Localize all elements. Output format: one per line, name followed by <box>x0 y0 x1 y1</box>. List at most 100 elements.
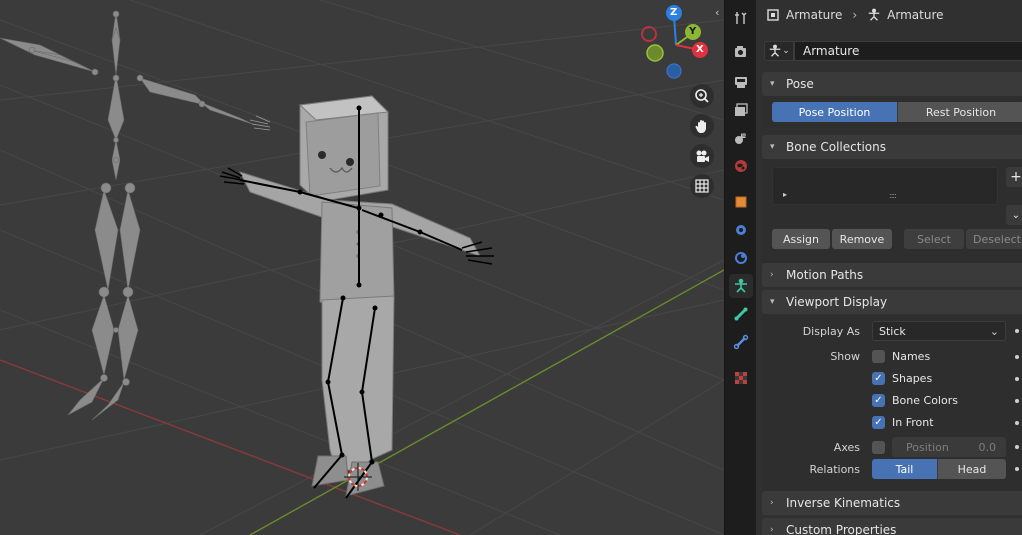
chevron-down-icon: ▾ <box>770 142 775 152</box>
y-axis-line <box>249 269 724 535</box>
shapes-checkbox[interactable]: ✓ <box>872 372 885 385</box>
axes-position-field[interactable]: Position 0.0 <box>892 437 1006 457</box>
inverse-kinematics-section: › Inverse Kinematics <box>762 491 1022 515</box>
bone-colors-label: Bone Colors <box>892 394 958 407</box>
armature-data-icon <box>868 8 880 21</box>
animate-property-dot[interactable] <box>1015 445 1019 449</box>
datablock-browse-button[interactable]: ⌄ <box>764 41 794 61</box>
inverse-kinematics-header[interactable]: › Inverse Kinematics <box>762 491 1022 515</box>
in-front-checkbox[interactable]: ✓ <box>872 416 885 429</box>
motion-paths-header[interactable]: › Motion Paths <box>762 263 1022 287</box>
chevron-right-icon: › <box>770 270 774 280</box>
pose-section-title: Pose <box>786 77 814 91</box>
animate-property-dot[interactable] <box>1015 399 1019 403</box>
scene-icon[interactable] <box>729 126 753 150</box>
pose-position-button[interactable]: Pose Position <box>772 102 898 122</box>
rest-position-button[interactable]: Rest Position <box>898 102 1022 122</box>
chevron-down-icon: ▾ <box>770 79 775 89</box>
bone-collections-header[interactable]: ▾ Bone Collections <box>762 135 1022 159</box>
animate-property-dot[interactable] <box>1015 355 1019 359</box>
position-label: Position <box>906 440 949 454</box>
datablock-name-field[interactable]: Armature <box>794 41 1022 61</box>
motion-paths-section: › Motion Paths <box>762 263 1022 287</box>
properties-tab-bar <box>724 0 756 535</box>
animate-property-dot[interactable] <box>1015 329 1019 333</box>
chevron-down-icon: ▾ <box>770 297 775 307</box>
checkmark-icon: ✓ <box>874 394 883 406</box>
bone-collections-list[interactable]: ▸ :::: <box>772 167 998 205</box>
expand-list-icon[interactable]: ▸ <box>783 190 787 199</box>
sidebar-toggle-icon[interactable]: ‹ <box>715 6 719 19</box>
viewport-display-header[interactable]: ▾ Viewport Display <box>762 290 1022 314</box>
display-as-label: Display As <box>802 325 860 338</box>
breadcrumb-object-name: Armature <box>786 8 843 22</box>
display-as-dropdown[interactable]: Stick ⌄ <box>872 321 1006 341</box>
output-icon[interactable] <box>729 70 753 94</box>
object-icon[interactable] <box>729 190 753 214</box>
checkmark-icon: ✓ <box>874 372 883 384</box>
position-value: 0.0 <box>978 440 997 454</box>
relations-label: Relations <box>809 463 860 476</box>
render-icon[interactable] <box>729 40 753 64</box>
background-hand-fingers <box>249 115 271 131</box>
specials-menu-button[interactable]: ⌄ <box>1006 205 1022 225</box>
chevron-down-icon: ⌄ <box>782 46 790 56</box>
shapes-label: Shapes <box>892 372 933 385</box>
zoom-icon[interactable] <box>690 84 714 108</box>
names-label: Names <box>892 350 931 363</box>
axes-checkbox[interactable] <box>872 441 885 454</box>
chevron-down-icon: ⌄ <box>989 324 999 338</box>
texture-icon[interactable] <box>729 366 753 390</box>
background-armature <box>0 10 256 421</box>
inverse-kinematics-title: Inverse Kinematics <box>786 496 901 510</box>
grid-icon[interactable] <box>690 174 714 198</box>
deselect-button[interactable]: Deselect <box>966 229 1022 249</box>
bone-colors-checkbox[interactable]: ✓ <box>872 394 885 407</box>
viewport-scene <box>0 0 724 535</box>
bone-constraint-icon[interactable] <box>729 330 753 354</box>
in-front-label: In Front <box>892 416 934 429</box>
camera-icon[interactable] <box>690 144 714 168</box>
bone-icon[interactable] <box>729 302 753 326</box>
animate-property-dot[interactable] <box>1015 467 1019 471</box>
relations-head-button[interactable]: Head <box>938 459 1006 479</box>
breadcrumb: Armature › Armature <box>756 0 1022 30</box>
tool-icon[interactable] <box>729 6 753 30</box>
pose-section: ▾ Pose Pose Position Rest Position <box>762 72 1022 128</box>
select-button[interactable]: Select <box>904 229 964 249</box>
object-data-armature-icon[interactable] <box>729 274 753 298</box>
display-as-value: Stick <box>879 324 906 338</box>
armature-data-icon <box>769 44 781 57</box>
names-checkbox[interactable] <box>872 350 885 363</box>
gizmo-x-label: X <box>696 44 704 55</box>
gizmo-z-label: Z <box>670 7 678 18</box>
modifiers-icon[interactable] <box>729 218 753 242</box>
chevron-right-icon: › <box>770 498 774 508</box>
add-bone-collection-button[interactable]: + <box>1006 167 1022 187</box>
motion-paths-title: Motion Paths <box>786 268 864 282</box>
remove-button[interactable]: Remove <box>832 229 892 249</box>
axes-label: Axes <box>833 441 860 454</box>
chevron-right-icon: › <box>770 525 774 535</box>
animate-property-dot[interactable] <box>1015 377 1019 381</box>
list-resize-grip[interactable]: :::: <box>889 191 897 200</box>
armature-datablock-selector: ⌄ Armature <box>764 40 1022 62</box>
animate-property-dot[interactable] <box>1015 421 1019 425</box>
assign-button[interactable]: Assign <box>772 229 830 249</box>
bone-collections-title: Bone Collections <box>786 140 886 154</box>
custom-properties-title: Custom Properties <box>786 523 897 535</box>
pan-hand-icon[interactable] <box>690 114 714 138</box>
pose-position-toggle: Pose Position Rest Position <box>772 102 1022 122</box>
relations-tail-button[interactable]: Tail <box>872 459 938 479</box>
3d-viewport[interactable]: Z Y X ‹ <box>0 0 724 535</box>
pose-section-header[interactable]: ▾ Pose <box>762 72 1022 96</box>
view-layer-icon[interactable] <box>729 98 753 122</box>
custom-properties-section: › Custom Properties <box>762 518 1022 535</box>
physics-icon[interactable] <box>729 246 753 270</box>
world-icon[interactable] <box>729 154 753 178</box>
show-label: Show <box>830 350 860 363</box>
properties-panel: Armature › Armature ⌄ Armature ▾ Pose Po… <box>756 0 1022 535</box>
custom-properties-header[interactable]: › Custom Properties <box>762 518 1022 535</box>
viewport-display-section: ▾ Viewport Display Display As Stick ⌄ Sh… <box>762 290 1022 510</box>
chevron-down-icon: ⌄ <box>1011 209 1021 221</box>
